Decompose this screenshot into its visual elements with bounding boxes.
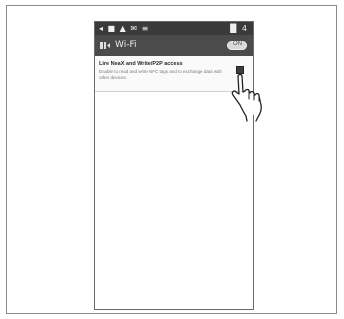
- action-bar-title: Wi-Fi: [115, 40, 137, 50]
- phone-screen: ◂ ■ ▲ ✉ ≡ ▐▌ 4 Wi-Fi ON Lire NeaX and Wr…: [94, 21, 254, 310]
- setting-title: Lire NeaX and Write/P2P access: [99, 61, 183, 67]
- status-right: ▐▌ 4: [227, 24, 247, 33]
- status-bar: ◂ ■ ▲ ✉ ≡ ▐▌ 4: [95, 22, 253, 35]
- action-bar: Wi-Fi ON: [95, 35, 253, 56]
- master-toggle[interactable]: ON: [227, 41, 247, 50]
- setting-description: Enable to read and write NFC tags and to…: [99, 69, 222, 80]
- status-icons: ◂ ■ ▲ ✉ ≡: [99, 24, 150, 33]
- pointing-hand-icon: [231, 73, 262, 122]
- toggle-label: ON: [233, 41, 242, 47]
- back-arrow-icon[interactable]: [99, 40, 111, 51]
